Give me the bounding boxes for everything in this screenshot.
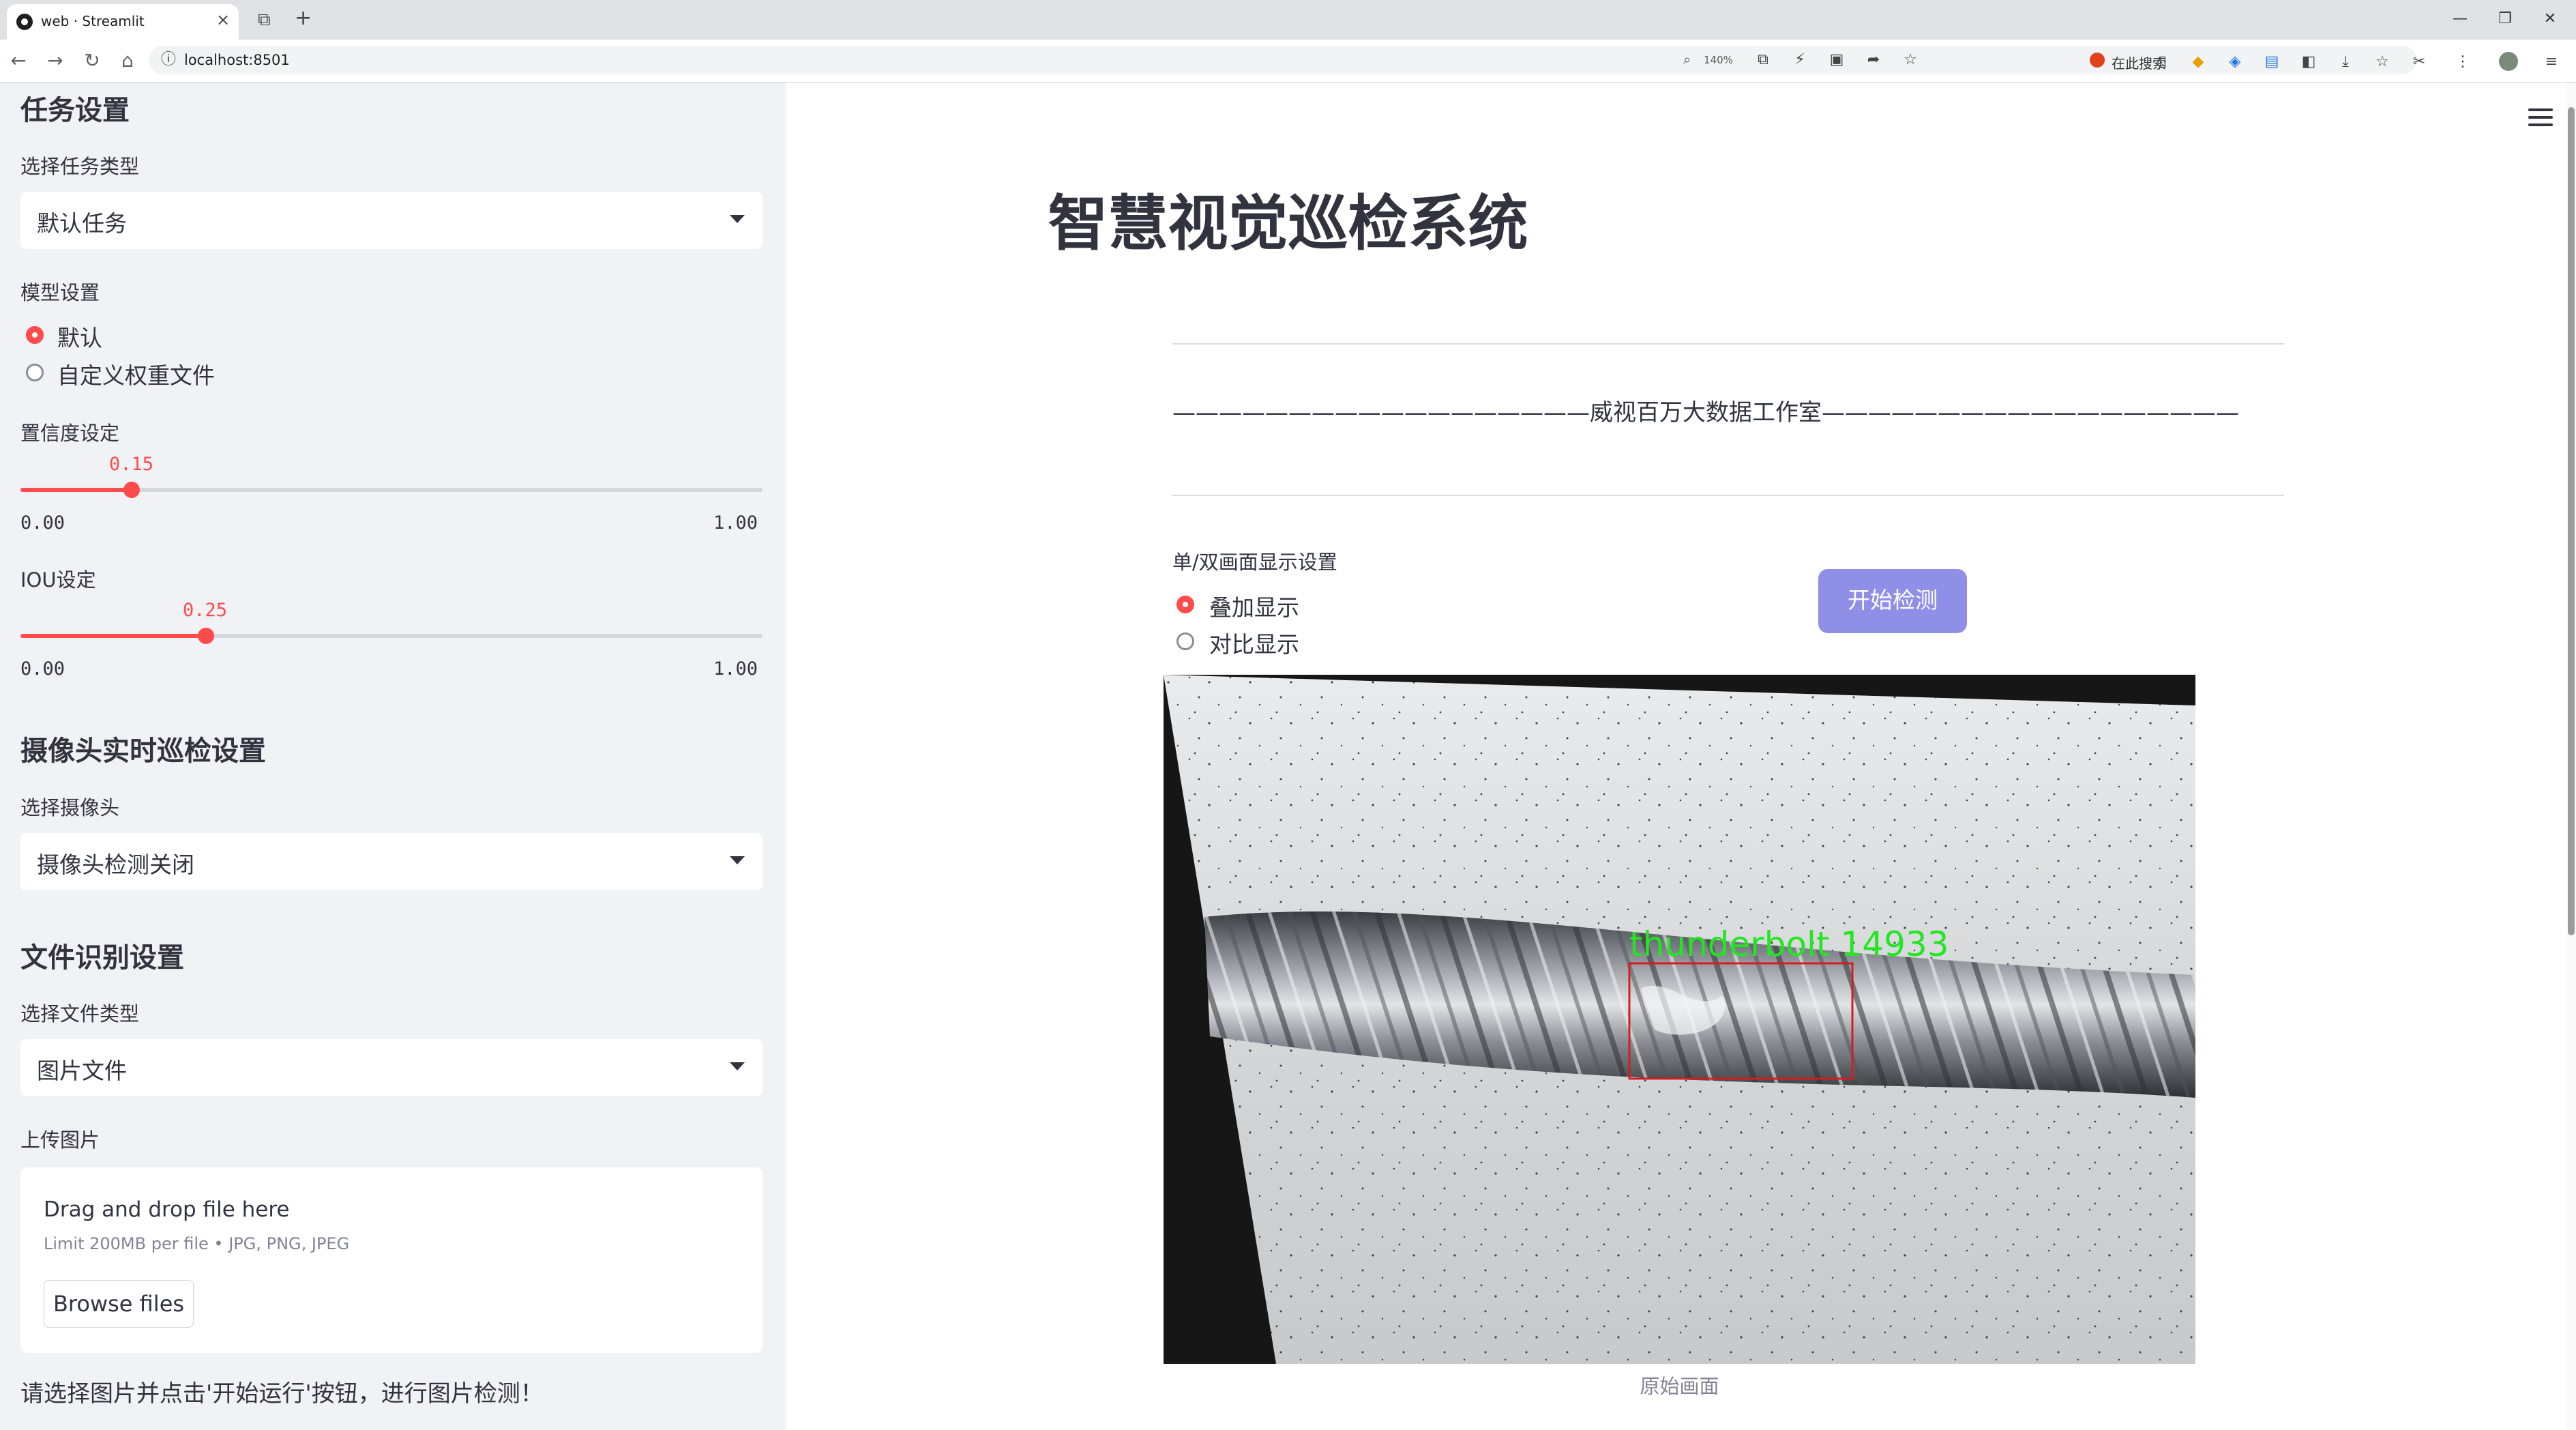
camera-settings-header: 摄像头实时巡检设置 [20, 735, 266, 767]
window-controls: — ❐ ✕ [2440, 0, 2576, 40]
phone-icon[interactable]: ▯ [2152, 53, 2173, 71]
display-radio-compare[interactable] [1176, 632, 1194, 650]
extension-color-icon[interactable]: ◆ [2188, 53, 2208, 71]
restore-icon[interactable]: ❐ [2485, 7, 2526, 31]
iou-value: 0.25 [183, 600, 228, 621]
iou-label: IOU设定 [20, 568, 96, 592]
zoom-level: 140% [1704, 54, 1733, 66]
iou-min: 0.00 [20, 658, 65, 680]
camera-select-label: 选择摄像头 [20, 796, 120, 819]
upload-label: 上传图片 [20, 1128, 100, 1152]
tab-title: web · Streamlit [41, 13, 145, 29]
browser-menu-icon[interactable]: ≡ [2541, 53, 2562, 71]
forward-icon[interactable]: → [44, 49, 67, 72]
reload-icon[interactable]: ↻ [80, 49, 104, 72]
lightning-icon[interactable]: ⚡ [1790, 51, 1810, 69]
browser-tab[interactable]: web · Streamlit × [7, 4, 239, 40]
confidence-min: 0.00 [20, 512, 65, 534]
divider-top [1172, 343, 2284, 345]
extension-blue-icon[interactable]: ◈ [2225, 53, 2245, 71]
tab-close-icon[interactable]: × [213, 10, 233, 30]
camera-select[interactable]: 摄像头检测关闭 [20, 833, 763, 890]
zoom-icon[interactable]: ⌕ [1683, 51, 1691, 68]
display-radio-overlay[interactable] [1176, 596, 1194, 613]
iou-slider-fill [20, 634, 206, 638]
file-type-select[interactable]: 图片文件 [20, 1039, 763, 1096]
extension-dark-icon[interactable]: ◧ [2298, 53, 2319, 71]
tab-actions-icon[interactable]: ⧉ [258, 10, 271, 30]
capture-icon[interactable]: ▣ [1826, 51, 1847, 69]
more-menu-icon[interactable]: ⋮ [2453, 53, 2473, 71]
home-icon[interactable]: ⌂ [116, 49, 139, 72]
minimize-icon[interactable]: — [2440, 7, 2481, 31]
iou-slider-thumb[interactable] [198, 628, 214, 644]
translate-icon[interactable]: ⧉ [1753, 51, 1773, 69]
address-bar[interactable]: ⓘ localhost:8501 ⌕ 140% ⧉ ⚡ ▣ ➦ ☆ 在此搜索 [149, 46, 2417, 74]
file-uploader-dropzone[interactable]: Drag and drop file here Limit 200MB per … [20, 1167, 763, 1353]
detection-label: thunderbolt 14933 [1629, 924, 1949, 964]
upload-hint: 请选择图片并点击'开始运行'按钮，进行图片检测！ [20, 1380, 544, 1407]
favorite-star-icon[interactable]: ☆ [1900, 51, 1921, 69]
camera-select-value: 摄像头检测关闭 [37, 851, 194, 878]
upload-limit-text: Limit 200MB per file • JPG, PNG, JPEG [44, 1234, 350, 1253]
detection-result-image: thunderbolt 14933 [1164, 675, 2195, 1364]
model-settings-label: 模型设置 [20, 281, 100, 304]
model-option-default[interactable]: 默认 [57, 320, 102, 353]
upload-drop-text: Drag and drop file here [44, 1197, 290, 1222]
profile-avatar[interactable] [2499, 52, 2518, 71]
display-option-compare[interactable]: 对比显示 [1209, 626, 1299, 659]
browser-tab-strip: web · Streamlit × ⧉ + — ❐ ✕ [0, 0, 2576, 40]
confidence-label: 置信度设定 [20, 422, 120, 445]
cable-inspection-picture: thunderbolt 14933 [1164, 675, 2195, 1364]
studio-subtitle: ——————————————————威视百万大数据工作室————————————… [1172, 399, 2239, 426]
close-window-icon[interactable]: ✕ [2530, 7, 2571, 31]
task-settings-header: 任务设置 [20, 95, 130, 126]
new-tab-icon[interactable]: + [295, 8, 312, 29]
file-settings-header: 文件识别设置 [20, 942, 184, 974]
confidence-slider[interactable] [20, 482, 763, 498]
model-radio-custom[interactable] [26, 364, 44, 381]
back-icon[interactable]: ← [7, 49, 30, 72]
confidence-slider-fill [20, 488, 132, 492]
image-caption: 原始画面 [1640, 1375, 1719, 1398]
model-radio-default[interactable] [26, 326, 44, 344]
main-content: 智慧视觉巡检系统 ——————————————————威视百万大数据工作室———… [786, 83, 2576, 1430]
download-icon[interactable]: ⤓ [2335, 53, 2356, 71]
browser-toolbar: ← → ↻ ⌂ ⓘ localhost:8501 ⌕ 140% ⧉ ⚡ ▣ ➦ … [0, 40, 2576, 83]
bookmarks-star-icon[interactable]: ☆ [2372, 53, 2393, 71]
page-title: 智慧视觉巡检系统 [1048, 188, 1528, 259]
display-settings-label: 单/双画面显示设置 [1172, 551, 1337, 574]
confidence-slider-thumb[interactable] [123, 482, 140, 498]
hamburger-menu-icon[interactable] [2528, 108, 2553, 126]
site-info-icon[interactable]: ⓘ [158, 51, 179, 69]
divider-bottom [1172, 495, 2284, 496]
scrollbar[interactable] [2566, 83, 2576, 1430]
streamlit-favicon-icon [16, 14, 33, 30]
confidence-max: 1.00 [713, 512, 758, 534]
sidebar: 任务设置 选择任务类型 默认任务 模型设置 默认 自定义权重文件 置信度设定 0… [0, 83, 786, 1430]
file-type-label: 选择文件类型 [20, 1002, 140, 1025]
chevron-down-icon [730, 1062, 745, 1070]
browse-files-button[interactable]: Browse files [44, 1280, 194, 1328]
share-icon[interactable]: ➦ [1863, 51, 1884, 69]
start-detection-button[interactable]: 开始检测 [1818, 569, 1967, 633]
scissors-icon[interactable]: ✂ [2409, 53, 2429, 71]
iou-slider[interactable] [20, 628, 763, 644]
search-engine-icon [2090, 53, 2105, 68]
file-type-value: 图片文件 [37, 1057, 127, 1084]
chevron-down-icon [730, 856, 745, 864]
extension-translate-icon[interactable]: ▤ [2262, 53, 2282, 71]
model-option-custom[interactable]: 自定义权重文件 [57, 358, 215, 390]
display-option-overlay[interactable]: 叠加显示 [1209, 589, 1299, 622]
iou-max: 1.00 [713, 658, 758, 680]
confidence-value: 0.15 [109, 454, 154, 475]
url-text[interactable]: localhost:8501 [184, 52, 290, 68]
